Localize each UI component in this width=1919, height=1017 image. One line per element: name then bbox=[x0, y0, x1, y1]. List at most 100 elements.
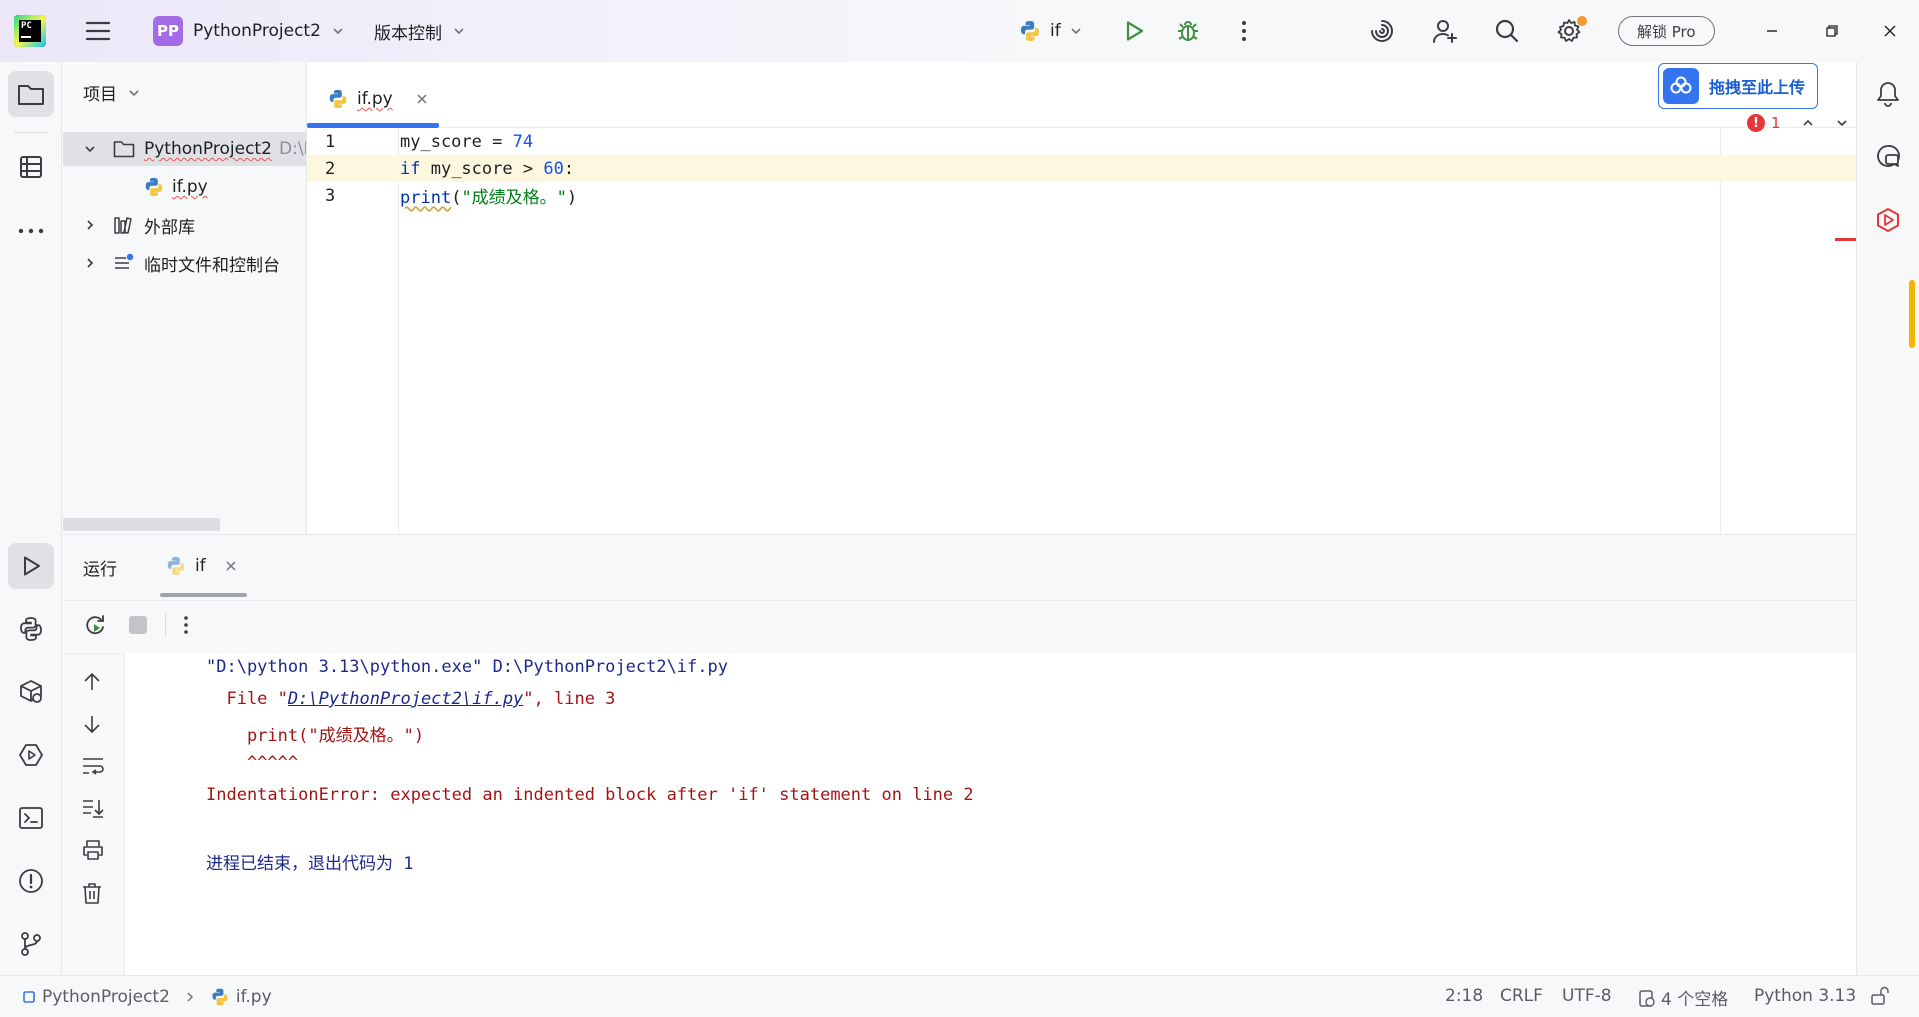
project-panel-header[interactable]: 项目 bbox=[83, 80, 141, 105]
print-button[interactable] bbox=[81, 839, 105, 861]
restore-button[interactable] bbox=[1812, 11, 1852, 51]
structure-tool-button[interactable] bbox=[8, 144, 54, 190]
plugin-tool-button[interactable] bbox=[1865, 197, 1911, 243]
close-window-button[interactable] bbox=[1870, 11, 1910, 51]
scroll-up-button[interactable] bbox=[81, 671, 103, 693]
debug-button[interactable] bbox=[1168, 11, 1208, 51]
code-text: print("成绩及格。") bbox=[398, 183, 577, 208]
file-link[interactable]: D:\PythonProject2\if.py bbox=[288, 689, 523, 709]
tree-scratches-row[interactable]: 临时文件和控制台 bbox=[63, 246, 306, 280]
run-panel: 运行 if "D:\python 3.13\python.exe" D:\Pyt… bbox=[63, 534, 1856, 976]
python-console-button[interactable] bbox=[8, 732, 54, 778]
caret-position[interactable]: 2:18 bbox=[1445, 986, 1483, 1006]
notifications-button[interactable] bbox=[1865, 71, 1911, 117]
code-line[interactable]: 1 my_score = 74 bbox=[307, 128, 1857, 155]
side-scroll-indicator[interactable] bbox=[1909, 280, 1915, 348]
main-menu-icon[interactable] bbox=[78, 11, 118, 51]
arrow-up-icon bbox=[84, 672, 100, 690]
editor-area: if.py 拖拽至此上传 1 my_score = 74 2 if my_score … bbox=[306, 62, 1857, 534]
external-libs-label: 外部库 bbox=[144, 217, 195, 238]
breadcrumb-project[interactable]: PythonProject2 bbox=[42, 987, 170, 1007]
code-token: ( bbox=[451, 188, 462, 208]
more-horizontal-icon bbox=[18, 228, 44, 234]
run-button[interactable] bbox=[1114, 11, 1154, 51]
chevron-up-icon[interactable] bbox=[1801, 116, 1815, 130]
add-user-button[interactable] bbox=[1425, 11, 1465, 51]
code-token: "成绩及格。" bbox=[461, 188, 567, 208]
pycharm-logo-icon[interactable]: PC bbox=[14, 15, 46, 47]
stop-button[interactable] bbox=[129, 616, 147, 634]
chevron-down-icon bbox=[85, 146, 95, 153]
unlock-icon bbox=[1871, 986, 1889, 1005]
close-tab-icon[interactable] bbox=[415, 92, 429, 106]
chevron-down-icon[interactable] bbox=[1835, 116, 1849, 130]
problems-tool-button[interactable] bbox=[8, 858, 54, 904]
upload-drop-label: 拖拽至此上传 bbox=[1709, 78, 1806, 97]
run-more-button[interactable] bbox=[183, 615, 189, 635]
ai-chat-button[interactable] bbox=[1865, 134, 1911, 180]
soft-wrap-button[interactable] bbox=[81, 755, 105, 777]
settings-button[interactable] bbox=[1549, 11, 1589, 51]
library-icon bbox=[114, 217, 132, 234]
spiral-icon bbox=[1371, 20, 1393, 42]
clear-console-button[interactable] bbox=[81, 881, 103, 905]
ai-assistant-button[interactable] bbox=[1362, 11, 1402, 51]
tree-root-row[interactable]: PythonProject2 D:\PythonProject2 bbox=[63, 132, 306, 166]
tree-file-row[interactable]: if.py bbox=[63, 170, 306, 204]
error-stripe-marker[interactable] bbox=[1835, 238, 1857, 241]
minimize-button[interactable] bbox=[1752, 11, 1792, 51]
code-token: = bbox=[492, 131, 503, 152]
minimize-icon bbox=[1767, 30, 1777, 32]
breadcrumb-file[interactable]: if.py bbox=[236, 987, 272, 1007]
line-separator[interactable]: CRLF bbox=[1500, 986, 1543, 1006]
chevron-down-icon bbox=[454, 28, 464, 35]
python-packages-button[interactable] bbox=[8, 606, 54, 652]
vcs-menu[interactable]: 版本控制 bbox=[374, 16, 466, 46]
python-interpreter[interactable]: Python 3.13 bbox=[1754, 986, 1856, 1006]
editor-tab-if-py[interactable]: if.py bbox=[327, 84, 429, 114]
project-switcher[interactable]: PP PythonProject2 bbox=[153, 16, 345, 46]
git-tool-button[interactable] bbox=[8, 921, 54, 967]
read-only-toggle[interactable] bbox=[1870, 986, 1890, 1006]
python-file-icon bbox=[212, 988, 228, 1006]
console-file-line: File "D:\PythonProject2\if.py", line 3 bbox=[206, 689, 615, 709]
run-tab-if[interactable]: if bbox=[165, 551, 238, 581]
scroll-down-button[interactable] bbox=[81, 713, 103, 735]
line-number: 2 bbox=[325, 158, 336, 179]
chevron-down-icon bbox=[1071, 28, 1081, 35]
horizontal-scrollbar[interactable] bbox=[63, 518, 220, 531]
close-tab-icon[interactable] bbox=[224, 559, 238, 573]
console-command-line: "D:\python 3.13\python.exe" D:\PythonPro… bbox=[206, 657, 728, 677]
wrap-icon bbox=[83, 758, 104, 775]
indent-widget[interactable]: 4 个空格 bbox=[1638, 985, 1728, 1010]
more-actions-button[interactable] bbox=[1224, 11, 1264, 51]
inspection-widget[interactable]: ! 1 bbox=[1747, 110, 1849, 136]
rerun-button[interactable] bbox=[83, 613, 107, 637]
run-tool-button[interactable] bbox=[8, 543, 54, 589]
run-panel-title: 运行 bbox=[83, 560, 117, 580]
search-button[interactable] bbox=[1487, 11, 1527, 51]
scratches-label: 临时文件和控制台 bbox=[144, 255, 280, 276]
code-token: 60 bbox=[533, 158, 564, 179]
exit-code: 1 bbox=[403, 854, 414, 874]
file-encoding[interactable]: UTF-8 bbox=[1562, 986, 1612, 1006]
line-number: 1 bbox=[325, 131, 336, 152]
code-line[interactable]: 3 print("成绩及格。") bbox=[307, 182, 1857, 209]
run-config-selector[interactable]: if bbox=[1018, 16, 1083, 46]
left-tool-strip bbox=[0, 62, 62, 975]
cloud-upload-icon bbox=[1663, 68, 1699, 104]
printer-icon bbox=[83, 840, 103, 860]
upload-drop-button[interactable]: 拖拽至此上传 bbox=[1658, 63, 1819, 109]
tree-external-libs-row[interactable]: 外部库 bbox=[63, 208, 306, 242]
project-tool-button[interactable] bbox=[8, 71, 54, 117]
more-tools-button[interactable] bbox=[8, 208, 54, 254]
structure-icon bbox=[20, 156, 42, 178]
code-line[interactable]: 2 if my_score > 60: bbox=[307, 155, 1857, 182]
restore-icon bbox=[1826, 25, 1838, 37]
scroll-to-end-button[interactable] bbox=[81, 797, 105, 819]
project-panel-title: 项目 bbox=[83, 85, 117, 105]
terminal-tool-button[interactable] bbox=[8, 795, 54, 841]
services-tool-button[interactable] bbox=[8, 669, 54, 715]
unlock-pro-button[interactable]: 解锁 Pro bbox=[1618, 16, 1715, 46]
scroll-end-icon bbox=[83, 800, 104, 818]
